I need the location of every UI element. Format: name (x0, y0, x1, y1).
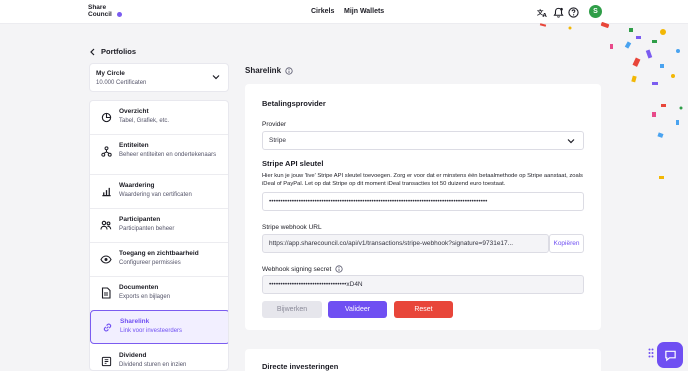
users-icon (100, 219, 112, 231)
bell-icon[interactable] (552, 6, 564, 18)
provider-label: Provider (262, 121, 287, 128)
section-title-text: Sharelink (245, 66, 282, 75)
link-icon (101, 321, 113, 333)
info-icon[interactable] (285, 66, 293, 75)
bar-chart-icon (100, 185, 112, 197)
sidebar-item-title: Documenten (119, 284, 159, 291)
help-icon[interactable] (567, 6, 579, 18)
dividend-icon (100, 355, 112, 367)
sidebar-item-title: Entiteiten (119, 142, 149, 149)
direct-investments-title: Directe investeringen (262, 362, 339, 371)
user-avatar[interactable]: S (589, 5, 602, 18)
validate-button[interactable]: Valideer (328, 301, 387, 318)
sidebar-item-overzicht[interactable]: Overzicht Tabel, Grafiek, etc. (90, 101, 228, 135)
drag-handle-icon[interactable] (648, 348, 654, 358)
stripe-help-text: Hier kun je jouw 'live' Stripe API sleut… (262, 173, 583, 187)
sidebar-item-participanten[interactable]: Participanten Participanten beheer (90, 209, 228, 243)
card-title: Betalingsprovider (262, 99, 326, 108)
logo-dot (117, 12, 122, 17)
webhook-secret-field[interactable]: ••••••••••••••••••••••••••••••••••xD4N (262, 275, 584, 294)
back-to-portfolios[interactable]: Portfolios (89, 47, 136, 56)
sidebar-item-documenten[interactable]: Documenten Exports en bijlagen (90, 277, 228, 311)
sidebar-item-title: Dividend (119, 352, 147, 359)
portfolio-sidebar: Overzicht Tabel, Grafiek, etc. Entiteite… (89, 100, 229, 371)
hierarchy-icon (100, 145, 112, 157)
sidebar-item-subtitle: Exports en bijlagen (119, 294, 171, 300)
copy-button[interactable]: Kopiëren (549, 234, 584, 253)
section-title: Sharelink (245, 66, 293, 75)
sidebar-item-subtitle: Participanten beheer (119, 226, 175, 232)
circle-name: My Circle (96, 70, 125, 77)
chat-button[interactable] (657, 342, 683, 368)
sidebar-item-subtitle: Waardering van certificaten (119, 192, 192, 198)
stripe-api-heading: Stripe API sleutel (262, 159, 324, 168)
back-label: Portfolios (101, 47, 136, 56)
provider-select-value: Stripe (269, 137, 286, 144)
sidebar-item-entiteiten[interactable]: Entiteiten Beheer entiteiten en ondertek… (90, 135, 228, 175)
sidebar-item-waardering[interactable]: Waardering Waardering van certificaten (90, 175, 228, 209)
info-icon[interactable] (335, 265, 343, 273)
pie-chart-icon (100, 111, 112, 123)
webhook-url-field[interactable]: https://app.sharecouncil.co/api/v1/trans… (262, 234, 549, 253)
document-icon (100, 287, 112, 299)
sidebar-item-subtitle: Dividend sturen en inzien (119, 362, 187, 368)
translate-icon[interactable]: 文A (536, 6, 548, 18)
chevron-left-icon (90, 48, 95, 55)
sidebar-item-sharelink[interactable]: Sharelink Link voor investeerders (90, 310, 228, 344)
nav-mijn-wallets[interactable]: Mijn Wallets (344, 8, 384, 15)
stripe-api-key-input[interactable]: ••••••••••••••••••••••••••••••••••••••••… (262, 192, 584, 211)
logo-line1: Share (88, 4, 107, 11)
provider-select[interactable]: Stripe (262, 131, 584, 150)
circle-certificates: 10.000 Certificaten (96, 80, 147, 86)
sidebar-item-subtitle: Configureer permissies (119, 260, 181, 266)
sidebar-item-title: Overzicht (119, 108, 149, 115)
webhook-secret-label: Webhook signing secret (262, 265, 332, 273)
sidebar-item-title: Participanten (119, 216, 161, 223)
sharecouncil-logo[interactable]: Share Council (88, 4, 122, 20)
sidebar-item-subtitle: Beheer entiteiten en ondertekenaars (119, 152, 217, 158)
sidebar-item-subtitle: Tabel, Grafiek, etc. (119, 118, 170, 124)
webhook-secret-label-row: Webhook signing secret (262, 265, 343, 273)
sidebar-item-title: Sharelink (120, 318, 150, 325)
reset-button[interactable]: Reset (394, 301, 453, 318)
circle-selector[interactable]: My Circle 10.000 Certificaten (89, 63, 229, 92)
chevron-down-icon (212, 75, 220, 80)
svg-text:A: A (542, 13, 547, 18)
nav-cirkels[interactable]: Cirkels (311, 8, 334, 15)
sidebar-item-title: Waardering (119, 182, 155, 189)
eye-icon (100, 253, 112, 265)
sidebar-item-subtitle: Link voor investeerders (120, 328, 183, 334)
direct-investments-card: Directe investeringen (245, 349, 601, 371)
sidebar-item-dividend[interactable]: Dividend Dividend sturen en inzien (90, 345, 228, 370)
sidebar-item-toegang[interactable]: Toegang en zichtbaarheid Configureer per… (90, 243, 228, 277)
update-button[interactable]: Bijwerken (262, 301, 322, 318)
sidebar-item-title: Toegang en zichtbaarheid (119, 250, 199, 257)
chat-icon (664, 350, 676, 361)
webhook-url-label: Stripe webhook URL (262, 224, 322, 231)
chevron-down-icon (567, 139, 575, 144)
